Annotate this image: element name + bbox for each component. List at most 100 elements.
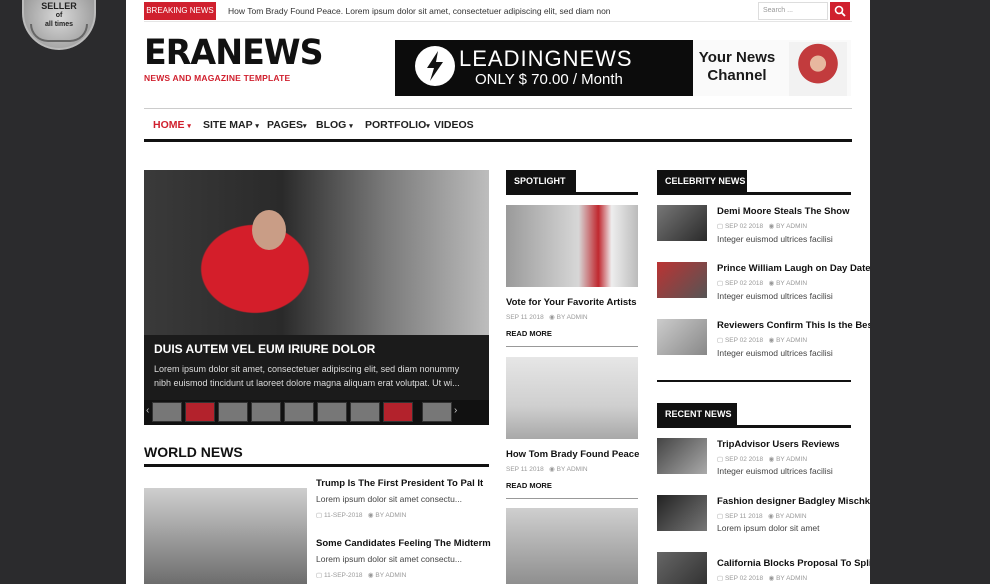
world-news-rule: [144, 464, 489, 467]
chevron-down-icon: ▾: [302, 123, 307, 130]
recent-date: SEP 02 2018: [724, 575, 764, 582]
recent-title[interactable]: Fashion designer Badgley Mischka: [717, 496, 870, 507]
recent-title[interactable]: TripAdvisor Users Reviews: [717, 439, 840, 450]
recent-excerpt: Integer euismod ultrices facilisi: [717, 466, 833, 476]
breaking-news-ticker[interactable]: How Tom Brady Found Peace. Lorem ipsum d…: [228, 6, 611, 16]
search-icon: [834, 5, 846, 17]
search-input[interactable]: Search ...: [758, 2, 828, 20]
hero-thumb[interactable]: [152, 402, 182, 422]
hero-thumb[interactable]: [383, 402, 413, 422]
celebrity-title[interactable]: Demi Moore Steals The Show: [717, 206, 850, 217]
chevron-down-icon: ▾: [187, 123, 191, 130]
spotlight-image[interactable]: [506, 508, 638, 584]
celebrity-meta: ▢ SEP 02 2018 ◉ BY ADMIN: [717, 223, 808, 230]
ad-channel-text: Your News Channel: [698, 49, 776, 84]
spotlight-title[interactable]: How Tom Brady Found Peace: [506, 449, 639, 460]
celebrity-thumb[interactable]: [657, 205, 707, 241]
recent-meta: ▢ SEP 02 2018 ◉ BY ADMIN: [717, 456, 808, 463]
recent-title[interactable]: California Blocks Proposal To Split: [717, 558, 870, 569]
hero-thumb[interactable]: [317, 402, 347, 422]
spotlight-image[interactable]: [506, 357, 638, 439]
recent-thumb[interactable]: [657, 495, 707, 531]
celebrity-news-heading: CELEBRITY NEWS: [657, 170, 747, 192]
celebrity-thumb[interactable]: [657, 262, 707, 298]
celebrity-thumb[interactable]: [657, 319, 707, 355]
spotlight-author: BY ADMIN: [556, 466, 588, 473]
hero-thumb[interactable]: [218, 402, 248, 422]
celebrity-meta: ▢ SEP 02 2018 ◉ BY ADMIN: [717, 280, 808, 287]
divider: [657, 380, 851, 382]
ad-title: LEADINGNEWS: [459, 46, 633, 71]
recent-author: BY ADMIN: [775, 513, 807, 520]
nav-label: SITE MAP: [203, 119, 253, 131]
read-more-link[interactable]: READ MORE: [506, 329, 552, 338]
search-button[interactable]: [830, 2, 850, 20]
spotlight-title[interactable]: Vote for Your Favorite Artists: [506, 297, 637, 308]
breaking-news-label: BREAKING NEWS: [144, 2, 216, 20]
recent-thumb[interactable]: [657, 552, 707, 584]
top-bar: BREAKING NEWS How Tom Brady Found Peace.…: [144, 0, 852, 22]
chevron-down-icon: ▾: [426, 123, 430, 130]
celebrity-date: SEP 02 2018: [724, 337, 764, 344]
slider-prev-icon[interactable]: ‹: [146, 405, 149, 416]
hero-excerpt: Lorem ipsum dolor sit amet, consectetuer…: [154, 364, 460, 388]
ad-banner[interactable]: LEADINGNEWS ONLY $ 70.00 / Month Your Ne…: [395, 40, 851, 96]
celebrity-meta: ▢ SEP 02 2018 ◉ BY ADMIN: [717, 337, 808, 344]
celebrity-date: SEP 02 2018: [724, 280, 764, 287]
celebrity-author: BY ADMIN: [776, 223, 808, 230]
celebrity-title[interactable]: Prince William Laugh on Day Date: [717, 263, 870, 274]
chevron-down-icon: ▾: [349, 123, 353, 130]
hero-thumb[interactable]: [185, 402, 215, 422]
laurel-icon: [30, 24, 88, 42]
spotlight-image[interactable]: [506, 205, 638, 287]
nav-item-home[interactable]: HOME ▾: [153, 119, 191, 131]
nav-item-videos[interactable]: VIDEOS: [434, 119, 474, 131]
hero-title[interactable]: DUIS AUTEM VEL EUM IRIURE DOLOR: [154, 342, 375, 356]
nav-label: VIDEOS: [434, 119, 474, 131]
world-item-excerpt: Lorem ipsum dolor sit amet consectu...: [316, 494, 462, 504]
world-item-excerpt: Lorem ipsum dolor sit amet consectu...: [316, 554, 462, 564]
nav-item-portfolio[interactable]: PORTFOLIO▾: [365, 119, 430, 131]
read-more-link[interactable]: READ MORE: [506, 481, 552, 490]
spotlight-meta: SEP 11 2018 ◉ BY ADMIN: [506, 314, 588, 321]
ad-right-panel: Your News Channel: [693, 40, 851, 96]
spotlight-author: BY ADMIN: [556, 314, 588, 321]
hero-figure-head: [252, 210, 286, 250]
celebrity-title[interactable]: Reviewers Confirm This Is the Best: [717, 320, 870, 331]
hero-image: [144, 170, 489, 335]
celebrity-author: BY ADMIN: [776, 280, 808, 287]
world-news-image[interactable]: [144, 488, 307, 584]
nav-item-site-map[interactable]: SITE MAP ▾: [203, 119, 259, 131]
world-item-title[interactable]: Some Candidates Feeling The Midterm: [316, 538, 491, 549]
site-page: BREAKING NEWS How Tom Brady Found Peace.…: [126, 0, 870, 584]
spotlight-date: SEP 11 2018: [506, 466, 544, 473]
recent-date: SEP 02 2018: [724, 456, 764, 463]
world-item-author: BY ADMIN: [375, 512, 407, 519]
world-news-heading: WORLD NEWS: [144, 444, 243, 460]
slider-next-icon[interactable]: ›: [454, 405, 457, 416]
world-item-title[interactable]: Trump Is The First President To Pal It: [316, 478, 483, 489]
spotlight-heading: SPOTLIGHT: [506, 170, 576, 192]
site-tagline: NEWS AND MAGAZINE TEMPLATE: [144, 73, 291, 83]
celebrity-news-rule: [657, 192, 851, 195]
world-item-meta: ▢ 11-SEP-2018 ◉ BY ADMIN: [316, 572, 407, 579]
divider: [506, 346, 638, 347]
recent-date: SEP 11 2018: [724, 513, 763, 520]
hero-thumb[interactable]: [350, 402, 380, 422]
hero-thumb[interactable]: [284, 402, 314, 422]
recent-author: BY ADMIN: [776, 575, 808, 582]
hero-thumb[interactable]: [422, 402, 452, 422]
nav-label: PORTFOLIO: [365, 119, 427, 131]
world-item-date: 11-SEP-2018: [323, 572, 363, 579]
recent-thumb[interactable]: [657, 438, 707, 474]
nav-label: BLOG: [316, 119, 347, 131]
divider: [506, 498, 638, 499]
nav-item-blog[interactable]: BLOG ▾: [316, 119, 353, 131]
hero-thumb[interactable]: [251, 402, 281, 422]
nav-label: PAGES: [267, 119, 303, 131]
site-logo[interactable]: ERANEWS: [144, 36, 324, 71]
chevron-down-icon: ▾: [255, 123, 259, 130]
world-item-meta: ▢ 11-SEP-2018 ◉ BY ADMIN: [316, 512, 407, 519]
hero-slider[interactable]: DUIS AUTEM VEL EUM IRIURE DOLOR Lorem ip…: [144, 170, 489, 425]
nav-item-pages[interactable]: PAGES▾: [267, 119, 307, 131]
